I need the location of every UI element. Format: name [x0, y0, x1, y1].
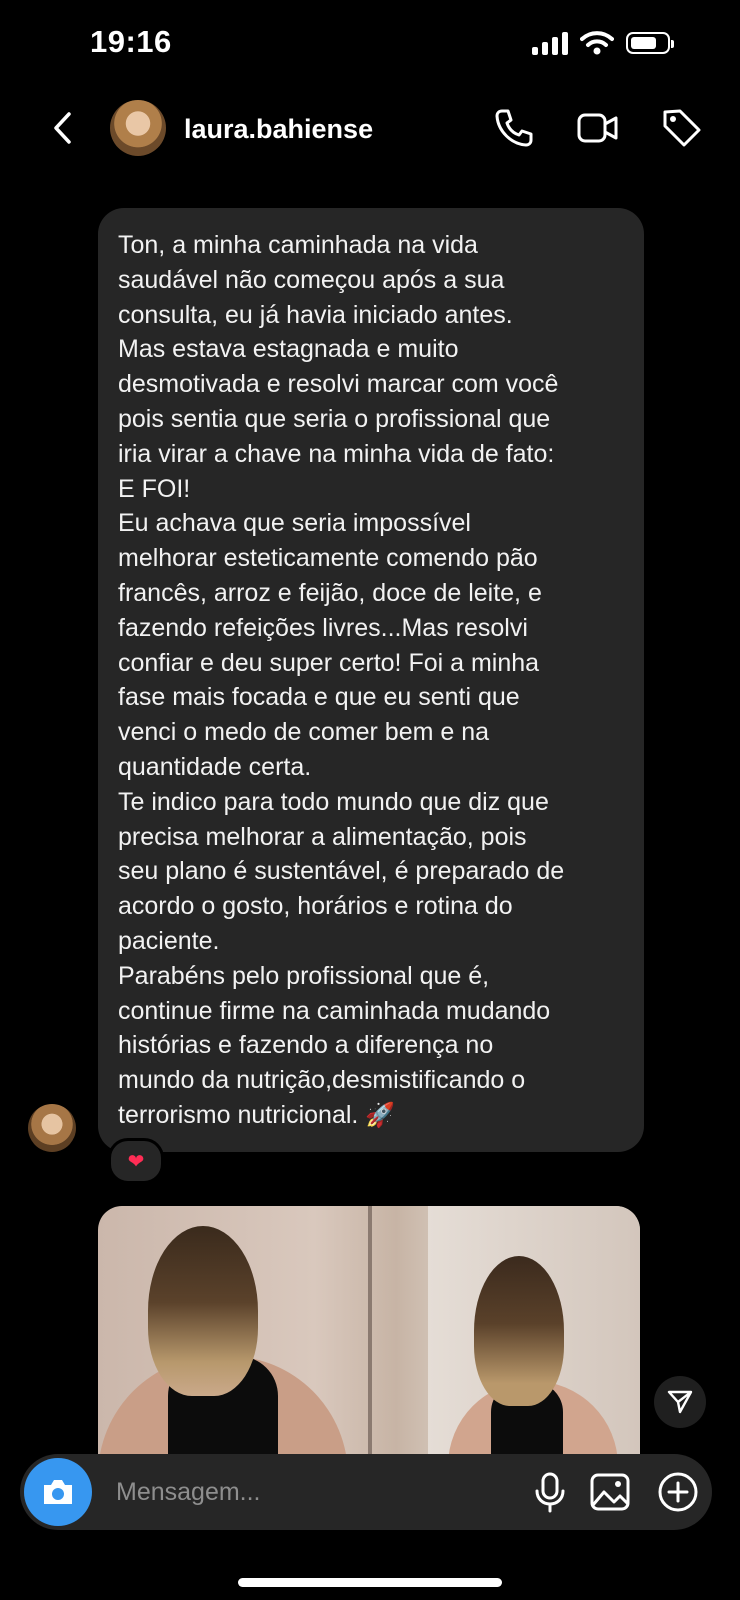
- message-bubble[interactable]: Ton, a minha caminhada na vida saudável …: [98, 208, 644, 1152]
- battery-icon: [626, 32, 674, 54]
- photo-message[interactable]: [98, 1206, 640, 1466]
- status-icons: [532, 30, 674, 56]
- photo-mirror-edge: [368, 1206, 372, 1466]
- heart-reaction-icon[interactable]: ❤: [108, 1138, 164, 1184]
- tag-icon[interactable]: [660, 106, 704, 150]
- status-bar: 19:16: [0, 0, 740, 90]
- chat-username[interactable]: laura.bahiense: [184, 114, 373, 145]
- photo-reflection-hair: [474, 1256, 564, 1406]
- plus-circle-icon[interactable]: [656, 1470, 700, 1514]
- status-time: 19:16: [90, 24, 172, 59]
- photo-hair: [148, 1226, 258, 1396]
- microphone-icon[interactable]: [528, 1470, 572, 1514]
- sender-avatar[interactable]: [28, 1104, 76, 1152]
- back-chevron-icon[interactable]: [44, 108, 84, 148]
- home-indicator: [238, 1578, 502, 1587]
- message-text: Ton, a minha caminhada na vida saudável …: [118, 231, 565, 1129]
- share-button[interactable]: [654, 1376, 706, 1428]
- chat-header: laura.bahiense: [0, 90, 740, 170]
- wifi-icon: [580, 31, 614, 55]
- camera-icon: [44, 1480, 72, 1504]
- video-camera-icon[interactable]: [576, 106, 620, 150]
- image-icon[interactable]: [588, 1470, 632, 1514]
- avatar[interactable]: [110, 100, 166, 156]
- message-composer: [20, 1454, 712, 1530]
- cellular-signal-icon: [532, 31, 568, 55]
- camera-button[interactable]: [24, 1458, 92, 1526]
- rocket-emoji: 🚀: [365, 1101, 396, 1129]
- send-icon: [667, 1390, 693, 1414]
- phone-icon[interactable]: [492, 106, 536, 150]
- message-input[interactable]: [116, 1468, 486, 1516]
